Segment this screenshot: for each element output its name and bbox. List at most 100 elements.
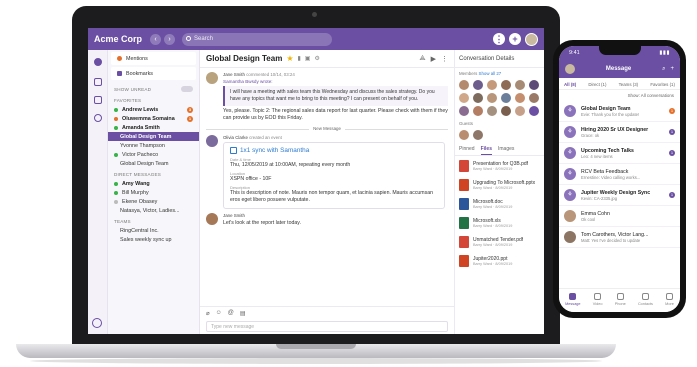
avatar[interactable] bbox=[487, 106, 497, 116]
list-item[interactable]: Tom Carothers, Victor Lang... Matt: Yes I… bbox=[559, 227, 680, 248]
note-icon[interactable]: ▤ bbox=[240, 310, 246, 318]
list-item[interactable]: ⚘ Jupiter Weekly Design Sync Kevin: CA-233… bbox=[559, 185, 680, 206]
nav-video[interactable]: Video bbox=[593, 293, 602, 312]
search-input[interactable]: Search bbox=[182, 32, 332, 46]
search-icon bbox=[186, 35, 191, 41]
nav-message[interactable]: Message bbox=[565, 293, 581, 312]
bookmark-icon[interactable]: ▮ bbox=[297, 55, 300, 62]
attach-icon[interactable]: ⌀ bbox=[206, 310, 210, 318]
file-item[interactable]: Jupiter2020.ppt Barry Ward · 8/09/2019 bbox=[455, 251, 544, 270]
avatar[interactable] bbox=[529, 80, 539, 90]
direct-messages-header[interactable]: DIRECT MESSAGES bbox=[108, 168, 199, 179]
avatar[interactable] bbox=[473, 80, 483, 90]
video-call-icon[interactable]: ▶ bbox=[431, 55, 436, 63]
avatar[interactable] bbox=[459, 130, 469, 140]
event-card[interactable]: 1x1 sync with Samantha Date & time Thu, … bbox=[223, 142, 445, 209]
list-item[interactable]: ⚘ Upcoming Tech Talks Leo: 4 new items 1 bbox=[559, 143, 680, 164]
call-icon[interactable]: ⟁ bbox=[419, 55, 425, 63]
fav-name: Yvonne Thampson bbox=[120, 142, 165, 149]
emoji-icon[interactable]: ☺ bbox=[216, 310, 222, 318]
add-icon[interactable]: + bbox=[670, 66, 674, 72]
mention-icon[interactable]: @ bbox=[228, 310, 234, 318]
sidebar-item-team-1[interactable]: Sales weekly sync up bbox=[108, 235, 199, 244]
file-item[interactable]: Microsoft.xls Barry Ward · 8/09/2019 bbox=[455, 213, 544, 232]
avatar[interactable] bbox=[565, 64, 575, 74]
avatar[interactable] bbox=[529, 106, 539, 116]
sidebar-item-bookmarks[interactable]: Bookmarks bbox=[111, 67, 196, 80]
show-unread-toggle[interactable] bbox=[181, 86, 193, 92]
nav-more[interactable]: More bbox=[665, 293, 674, 312]
sidebar-item-mentions[interactable]: Mentions bbox=[111, 52, 196, 65]
avatar[interactable] bbox=[515, 93, 525, 103]
file-item[interactable]: Unmatched Tender.pdf Barry Ward · 8/09/20… bbox=[455, 232, 544, 251]
sidebar-item-fav-2[interactable]: Amanda Smith bbox=[108, 123, 199, 132]
user-avatar[interactable] bbox=[525, 32, 538, 46]
avatar[interactable] bbox=[501, 106, 511, 116]
sidebar-item-dm-0[interactable]: Amy Wang bbox=[108, 179, 199, 188]
avatar[interactable] bbox=[487, 80, 497, 90]
tab-files[interactable]: Files bbox=[480, 146, 492, 155]
message-input[interactable]: Type new message bbox=[206, 321, 448, 332]
avatar[interactable] bbox=[529, 93, 539, 103]
avatar[interactable] bbox=[501, 80, 511, 90]
tab-pinned[interactable]: Pinned bbox=[459, 146, 475, 155]
list-item[interactable]: ⚘ Global Design Team Evie: Thank you for t… bbox=[559, 101, 680, 122]
avatar[interactable] bbox=[459, 80, 469, 90]
settings-icon[interactable]: ⚙ bbox=[314, 55, 319, 62]
avatar[interactable] bbox=[515, 80, 525, 90]
forward-button[interactable]: › bbox=[164, 33, 175, 45]
tab-direct[interactable]: Direct (1) bbox=[588, 82, 606, 87]
file-item[interactable]: Upgrading To Microsoft.pptx Barry Ward · … bbox=[455, 175, 544, 194]
search-icon[interactable]: ⌕ bbox=[662, 66, 665, 73]
phone-icon[interactable] bbox=[94, 96, 102, 104]
video-icon[interactable] bbox=[94, 78, 102, 86]
favorite-star-icon[interactable]: ★ bbox=[286, 54, 293, 63]
tab-teams[interactable]: Teams (3) bbox=[619, 82, 639, 87]
avatar[interactable] bbox=[473, 106, 483, 116]
sidebar-item-fav-0[interactable]: Andrew Lewis 3 bbox=[108, 105, 199, 114]
new-action-button[interactable]: + bbox=[509, 33, 521, 45]
favorites-header[interactable]: FAVORITES bbox=[108, 94, 199, 105]
avatar bbox=[206, 213, 218, 225]
avatar[interactable] bbox=[515, 106, 525, 116]
list-item[interactable]: ⚘ Hiring 2020 Sr UX Designer Grace: ok 1 bbox=[559, 122, 680, 143]
nav-contacts[interactable]: Contacts bbox=[638, 293, 653, 312]
sidebar-item-dm-2[interactable]: Ekene Obasey bbox=[108, 197, 199, 206]
avatar[interactable] bbox=[459, 93, 469, 103]
avatar[interactable] bbox=[459, 106, 469, 116]
show-all-link[interactable]: Show all 27 bbox=[479, 71, 502, 76]
top-actions: ⋮ + bbox=[493, 32, 538, 46]
avatar[interactable] bbox=[487, 93, 497, 103]
message-author: Jane Smith bbox=[223, 213, 245, 218]
tab-all[interactable]: All (8) bbox=[564, 82, 576, 87]
contacts-icon[interactable] bbox=[94, 114, 102, 122]
message-icon[interactable] bbox=[94, 58, 102, 66]
sidebar-item-dm-1[interactable]: Bill Murphy bbox=[108, 188, 199, 197]
list-item[interactable]: Emma Cohn Ok cool bbox=[559, 206, 680, 227]
settings-gear-icon[interactable] bbox=[92, 318, 102, 328]
back-button[interactable]: ‹ bbox=[150, 33, 161, 45]
sidebar-item-fav-5[interactable]: Victor Pacheco bbox=[108, 150, 199, 159]
avatar[interactable] bbox=[473, 93, 483, 103]
sidebar-item-team-0[interactable]: RingCentral Inc. bbox=[108, 226, 199, 235]
more-icon[interactable]: ⋮ bbox=[441, 55, 448, 63]
location-value: XSPN office - 10F bbox=[230, 176, 272, 182]
sidebar-item-fav-6[interactable]: Global Design Team bbox=[108, 159, 199, 168]
nav-phone[interactable]: Phone bbox=[615, 293, 626, 312]
sidebar-item-fav-1[interactable]: Oluwemma Somaina 1 bbox=[108, 114, 199, 123]
avatar[interactable] bbox=[501, 93, 511, 103]
file-item[interactable]: Microsoft.doc Barry Ward · 8/09/2019 bbox=[455, 194, 544, 213]
tab-images[interactable]: Images bbox=[498, 146, 514, 155]
conversation-filter[interactable]: Show: All conversations bbox=[559, 90, 680, 101]
sidebar-item-fav-3[interactable]: Global Design Team bbox=[108, 132, 199, 141]
nav-label: Message bbox=[565, 302, 581, 306]
file-item[interactable]: Presentation for Q3B.pdf Barry Ward · 8/0… bbox=[455, 156, 544, 175]
tab-favorites[interactable]: Favorites (1) bbox=[650, 82, 675, 87]
dialpad-button[interactable]: ⋮ bbox=[493, 33, 505, 45]
list-item[interactable]: ⚘ RCV Beta Feedback Ernestine: Video calli… bbox=[559, 164, 680, 185]
lock-icon[interactable]: ▣ bbox=[305, 55, 311, 62]
teams-header[interactable]: TEAMS bbox=[108, 215, 199, 226]
sidebar-item-fav-4[interactable]: Yvonne Thampson bbox=[108, 141, 199, 150]
sidebar-item-dm-3[interactable]: Natasya, Victor, Ladies... bbox=[108, 206, 199, 215]
avatar[interactable] bbox=[473, 130, 483, 140]
